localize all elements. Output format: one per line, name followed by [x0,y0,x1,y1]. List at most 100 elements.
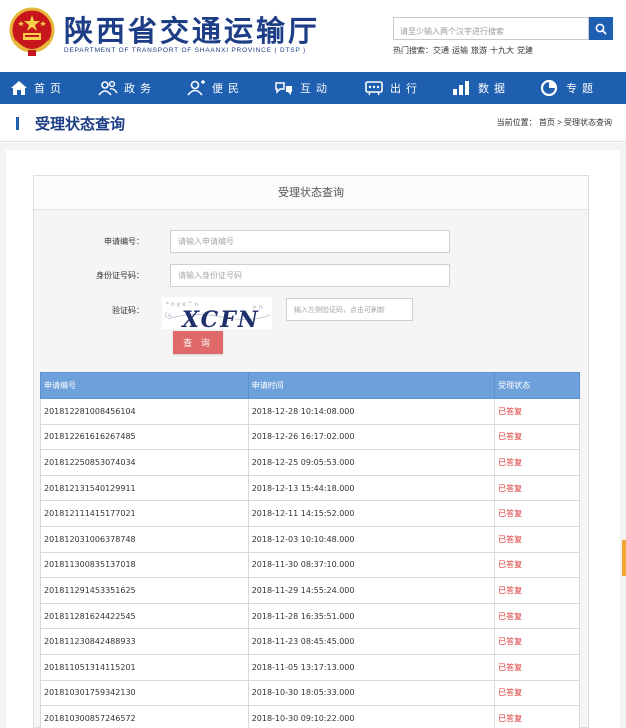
service-icon [187,80,205,96]
hot-term[interactable]: 运输 [452,46,468,55]
table-row: 201812131540129911 2018-12-13 15:44:18.00… [40,474,580,502]
cell-status: 已答复 [494,705,580,728]
breadcrumb: 当前位置： 首页 > 受理状态查询 [497,117,612,128]
search-input[interactable] [393,17,589,40]
table-header-row: 申请编号 申请时间 受理状态 [40,372,580,399]
nav-item-home[interactable]: 首页 [10,72,66,104]
table-row: 201810301759342130 2018-10-30 18:05:33.00… [40,679,580,707]
site-header: 陕西省交通运输厅 DEPARTMENT OF TRANSPORT OF SHAA… [0,0,626,72]
home-icon [11,81,27,95]
panel-title: 受理状态查询 [34,176,588,210]
table-row: 201811281624422545 2018-11-28 16:35:51.00… [40,602,580,630]
table-row: 201812261616267485 2018-12-26 16:17:02.00… [40,423,580,451]
hot-term[interactable]: 党建 [517,46,533,55]
cell-app-no: 201812111415177021 [40,500,249,527]
site-title: 陕西省交通运输厅 [64,14,321,48]
national-emblem-icon [9,7,55,56]
col-header-app-time: 申请时间 [247,372,496,399]
captcha-text: XCFN [180,307,260,329]
hot-term[interactable]: 旅游 [471,46,487,55]
captcha-label: 验证码： [112,306,144,315]
cell-status: 已答复 [494,679,580,707]
cell-app-no: 201811051314115201 [40,653,249,681]
cell-app-time: 2018-11-23 08:45:45.000 [247,628,496,655]
table-row: 201812250853074034 2018-12-25 09:05:53.00… [40,449,580,476]
cell-app-no: 201811300835137018 [40,551,249,579]
cell-app-no: 201812261616267485 [40,423,249,451]
page-title: 受理状态查询 [35,115,126,133]
cell-status: 已答复 [494,423,580,451]
people-icon [98,80,118,96]
cell-app-no: 201810301759342130 [40,679,249,707]
col-header-app-no: 申请编号 [40,372,249,399]
table-row: 201811300835137018 2018-11-30 08:37:10.00… [40,551,580,579]
nav-item-label: 互动 [300,82,332,95]
site-subtitle: DEPARTMENT OF TRANSPORT OF SHAANXI PROVI… [64,47,306,54]
cell-app-no: 201812250853074034 [40,449,249,476]
hot-search-label: 热门搜索： [393,46,433,55]
nav-item-label: 出行 [390,82,422,95]
travel-icon [365,81,383,96]
cell-status: 已答复 [494,500,580,527]
interact-icon [275,82,292,95]
cell-app-time: 2018-11-29 14:55:24.000 [247,577,496,604]
nav-item-travel[interactable]: 出行 [364,72,422,104]
nav-item-affairs[interactable]: 政务 [98,72,156,104]
nav-item-service[interactable]: 便民 [186,72,244,104]
cell-app-time: 2018-12-11 14:15:52.000 [247,500,496,527]
cell-status: 已答复 [494,551,580,579]
query-button[interactable]: 查 询 [173,331,223,354]
nav-item-label: 便民 [212,82,244,95]
nav-item-label: 数据 [478,82,510,95]
nav-item-data[interactable]: 数据 [452,72,510,104]
cell-status: 已答复 [494,398,580,425]
table-row: 201812111415177021 2018-12-11 14:15:52.00… [40,500,580,527]
cell-app-no: 201812131540129911 [40,474,249,502]
cell-status: 已答复 [494,525,580,553]
nav-item-label: 政务 [124,82,156,95]
main-nav: 首页 政务 便民 互动 出行 数据 专题 [0,72,626,104]
nav-item-interact[interactable]: 互动 [274,72,332,104]
cell-app-no: 201811230842488933 [40,628,249,655]
app-no-label: 申请编号： [104,237,144,246]
nav-item-label: 首页 [34,82,66,95]
table-row: 201812281008456104 2018-12-28 10:14:08.00… [40,398,580,425]
hot-search: 热门搜索：交通 运输 旅游 十九大 党建 [393,45,536,56]
id-input[interactable] [170,264,450,287]
cell-app-time: 2018-12-28 10:14:08.000 [247,398,496,425]
hot-term[interactable]: 十九大 [490,46,514,55]
search-button[interactable] [589,17,613,40]
col-header-status: 受理状态 [494,372,580,399]
cell-status: 已答复 [494,449,580,476]
cell-status: 已答复 [494,577,580,604]
captcha-image[interactable]: * n y x ^ n {u > n XCFN [162,297,272,329]
title-marker [16,117,19,130]
captcha-input[interactable] [286,298,413,321]
side-float-tab[interactable] [622,540,626,576]
cell-app-no: 201811281624422545 [40,602,249,630]
cell-app-time: 2018-11-30 08:37:10.000 [247,551,496,579]
cell-app-time: 2018-10-30 18:05:33.000 [247,679,496,707]
cell-status: 已答复 [494,602,580,630]
breadcrumb-home[interactable]: 首页 [539,118,555,127]
page-title-bar: 受理状态查询 当前位置： 首页 > 受理状态查询 [0,104,626,142]
cell-app-no: 201812031006378748 [40,525,249,553]
cell-app-no: 201810300857246572 [40,705,249,728]
id-label: 身份证号码： [96,271,144,280]
cell-app-time: 2018-11-05 13:17:13.000 [247,653,496,681]
table-row: 201811291453351625 2018-11-29 14:55:24.00… [40,577,580,604]
breadcrumb-label: 当前位置： [496,118,537,127]
app-no-input[interactable] [170,230,450,253]
hot-term[interactable]: 交通 [433,46,449,55]
breadcrumb-current: 受理状态查询 [564,118,612,127]
breadcrumb-separator: > [557,118,562,127]
cell-app-no: 201812281008456104 [40,398,249,425]
table-row: 201812031006378748 2018-12-03 10:10:48.00… [40,525,580,553]
cell-app-time: 2018-12-26 16:17:02.000 [247,423,496,451]
topic-icon [540,79,558,97]
cell-app-time: 2018-12-13 15:44:18.000 [247,474,496,502]
table-row: 201811230842488933 2018-11-23 08:45:45.00… [40,628,580,655]
table-row: 201811051314115201 2018-11-05 13:17:13.00… [40,653,580,681]
cell-app-time: 2018-12-25 09:05:53.000 [247,449,496,476]
nav-item-topic[interactable]: 专题 [540,72,598,104]
